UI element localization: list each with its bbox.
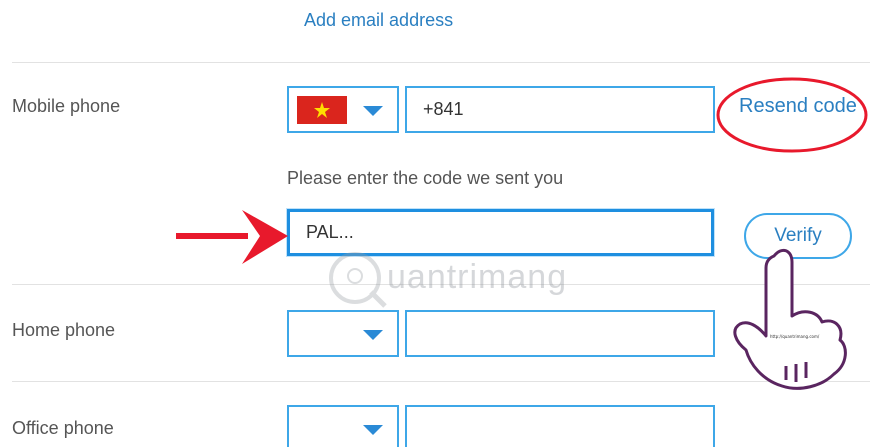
pointing-hand-icon: http://quantrimang.com/ xyxy=(733,248,847,390)
divider xyxy=(12,284,870,285)
vietnam-flag-icon xyxy=(297,96,347,124)
office-country-select[interactable] xyxy=(287,405,399,447)
verify-button[interactable]: Verify xyxy=(744,213,852,259)
office-number-input[interactable] xyxy=(405,405,715,447)
watermark-text: uantrimang xyxy=(387,258,568,296)
home-country-select[interactable] xyxy=(287,310,399,357)
mobile-phone-label: Mobile phone xyxy=(12,96,121,116)
home-number-input[interactable] xyxy=(405,310,715,357)
chevron-down-icon xyxy=(363,425,383,435)
chevron-down-icon xyxy=(363,330,383,340)
code-prompt: Please enter the code we sent you xyxy=(287,168,564,188)
verification-code-input[interactable] xyxy=(287,209,714,256)
svg-text:http://quantrimang.com/: http://quantrimang.com/ xyxy=(770,334,820,339)
mobile-number-input[interactable] xyxy=(405,86,715,133)
arrow-right-icon xyxy=(176,210,288,264)
divider xyxy=(12,62,870,63)
divider xyxy=(12,381,870,382)
add-email-link[interactable]: Add email address xyxy=(304,10,453,31)
mobile-country-select[interactable] xyxy=(287,86,399,133)
resend-code-link[interactable]: Resend code xyxy=(739,95,857,118)
office-phone-label: Office phone xyxy=(12,418,114,438)
chevron-down-icon xyxy=(363,106,383,116)
home-phone-label: Home phone xyxy=(12,320,116,340)
